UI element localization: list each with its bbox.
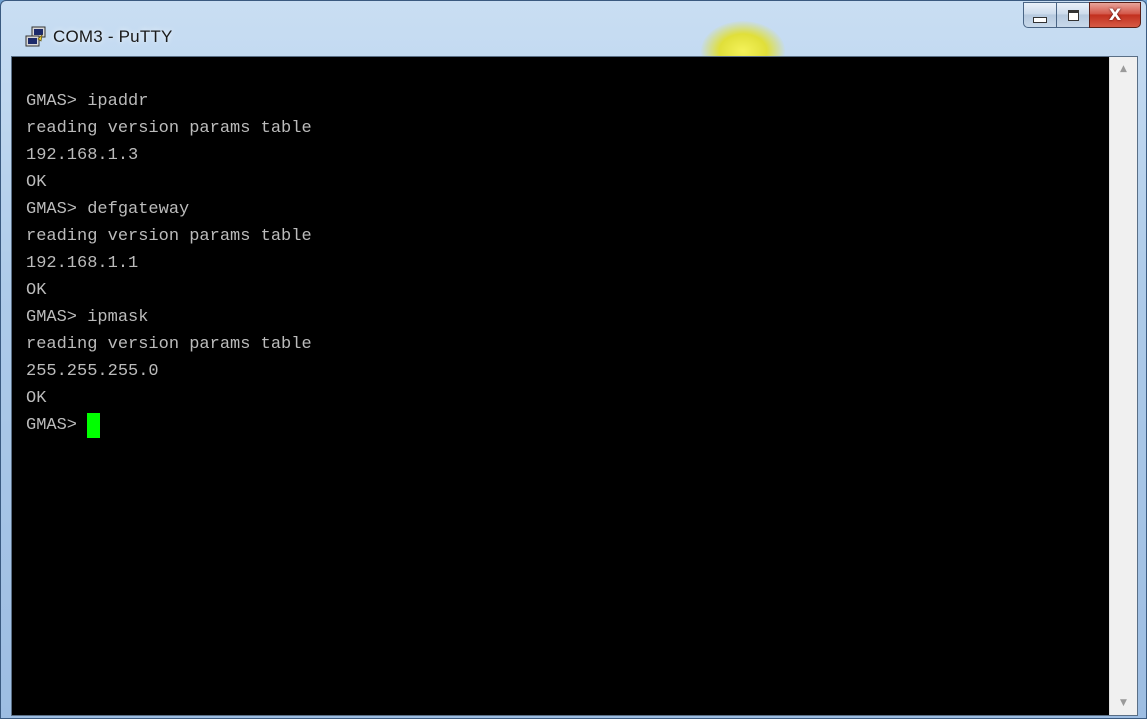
putty-window: COM3 - PuTTY X GMAS> ipaddr reading vers…	[0, 0, 1147, 719]
terminal-line: reading version params table	[26, 119, 312, 138]
terminal-line: OK	[26, 173, 47, 192]
window-title: COM3 - PuTTY	[53, 27, 173, 46]
terminal-prompt-line[interactable]: GMAS>	[26, 412, 312, 439]
terminal-line: GMAS> defgateway	[26, 200, 190, 219]
scroll-down-arrow-icon[interactable]: ▼	[1110, 691, 1137, 715]
window-controls: X	[1023, 2, 1141, 28]
terminal-line: GMAS> ipmask	[26, 308, 149, 327]
terminal-prompt: GMAS>	[26, 416, 78, 435]
terminal-line: reading version params table	[26, 227, 312, 246]
terminal-line: 192.168.1.1	[26, 254, 139, 273]
terminal-screen[interactable]: GMAS> ipaddr reading version params tabl…	[12, 57, 1109, 715]
vertical-scrollbar[interactable]: ▲ ▼	[1109, 57, 1137, 715]
minimize-button[interactable]	[1023, 2, 1056, 28]
putty-icon[interactable]	[25, 26, 47, 48]
terminal-line: OK	[26, 389, 47, 408]
terminal-line: 255.255.255.0	[26, 362, 159, 381]
close-button[interactable]: X	[1089, 2, 1141, 28]
maximize-button[interactable]	[1056, 2, 1089, 28]
scroll-up-arrow-icon[interactable]: ▲	[1110, 57, 1137, 81]
terminal-line: OK	[26, 281, 47, 300]
title-bar[interactable]: COM3 - PuTTY X	[1, 1, 1146, 81]
terminal-line: 192.168.1.3	[26, 146, 139, 165]
terminal-line: reading version params table	[26, 335, 312, 354]
terminal-client-area: GMAS> ipaddr reading version params tabl…	[11, 56, 1138, 716]
terminal-cursor	[87, 413, 101, 438]
close-icon: X	[1108, 5, 1122, 24]
minimize-icon	[1033, 17, 1047, 23]
terminal-output: GMAS> ipaddr reading version params tabl…	[26, 88, 312, 439]
terminal-line: GMAS> ipaddr	[26, 92, 149, 111]
maximize-icon	[1067, 9, 1079, 21]
